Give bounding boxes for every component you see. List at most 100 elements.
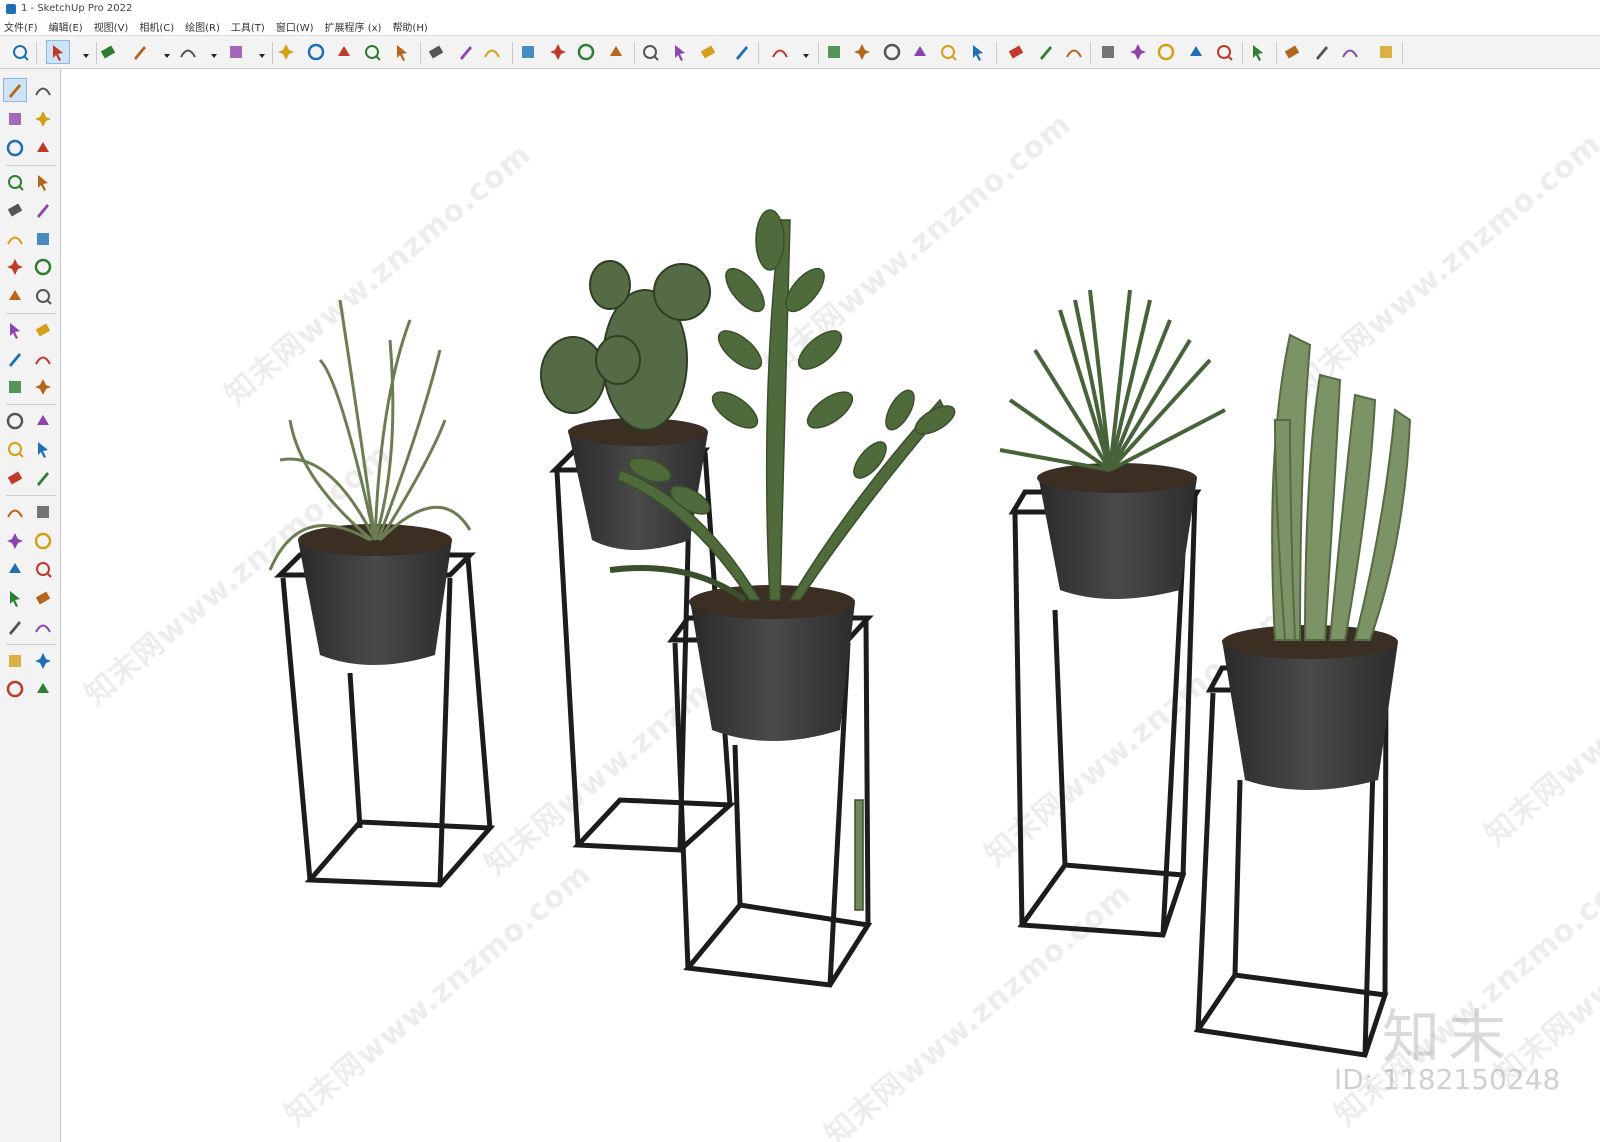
zoom-window-icon[interactable] — [604, 40, 628, 64]
house-front-icon[interactable] — [908, 40, 932, 64]
pie-icon[interactable] — [31, 284, 55, 308]
follow-me-icon[interactable] — [304, 40, 328, 64]
dimension-icon[interactable] — [31, 409, 55, 433]
three-point-arc-icon[interactable] — [3, 284, 27, 308]
menu-camera[interactable]: 相机(C) — [139, 19, 174, 34]
warehouse-icon[interactable] — [3, 649, 27, 673]
chevron-down-icon[interactable] — [210, 46, 218, 58]
paint-bucket-icon[interactable] — [480, 40, 504, 64]
3d-text-icon[interactable] — [31, 466, 55, 490]
menu-bar: 文件(F) 编辑(E) 视图(V) 相机(C) 绘图(R) 工具(T) 窗口(W… — [0, 17, 1600, 35]
walk-icon[interactable] — [3, 615, 27, 639]
add-icon[interactable] — [1096, 40, 1120, 64]
zoom-icon[interactable] — [3, 529, 27, 553]
follow-me-icon[interactable] — [31, 347, 55, 371]
chevron-down-icon[interactable] — [258, 46, 266, 58]
intersect-icon[interactable] — [1062, 40, 1086, 64]
menu-window[interactable]: 窗口(W) — [276, 19, 314, 34]
orbit-icon[interactable] — [516, 40, 540, 64]
user-icon[interactable] — [768, 40, 792, 64]
rectangle-icon[interactable] — [3, 198, 27, 222]
rotate-icon[interactable] — [360, 40, 384, 64]
push-pull-icon[interactable] — [274, 40, 298, 64]
extension-warehouse-icon[interactable] — [668, 40, 692, 64]
tape-icon[interactable] — [31, 136, 55, 160]
zoom-extents-icon[interactable] — [3, 557, 27, 581]
pan-icon[interactable] — [31, 500, 55, 524]
zoom-window-icon[interactable] — [31, 529, 55, 553]
chat-icon[interactable] — [1280, 40, 1304, 64]
orbit-icon[interactable] — [31, 78, 55, 102]
menu-help[interactable]: 帮助(H) — [392, 19, 427, 34]
model-viewport[interactable]: 知末网www.znzmo.com 知末网www.znzmo.com 知末网www.z… — [62, 70, 1600, 1142]
layers-icon[interactable] — [696, 40, 720, 64]
section-plane-icon[interactable] — [31, 615, 55, 639]
extension-manager-icon[interactable] — [31, 677, 55, 701]
chevron-down-icon[interactable] — [82, 46, 90, 58]
warehouse-model-icon[interactable] — [822, 40, 846, 64]
tape-measure-icon[interactable] — [3, 409, 27, 433]
outer-shell-icon[interactable] — [1034, 40, 1058, 64]
cart-icon[interactable] — [1338, 40, 1362, 64]
rotated-rectangle-icon[interactable] — [31, 198, 55, 222]
previous-view-icon[interactable] — [31, 557, 55, 581]
menu-tools[interactable]: 工具(T) — [231, 19, 265, 34]
two-point-arc-icon[interactable] — [31, 255, 55, 279]
orbit2-icon[interactable] — [3, 500, 27, 524]
checker-icon[interactable] — [1184, 40, 1208, 64]
arc-icon[interactable] — [3, 255, 27, 279]
menu-file[interactable]: 文件(F) — [4, 19, 38, 34]
pan-icon[interactable] — [546, 40, 570, 64]
solid-tools-icon[interactable] — [1004, 40, 1028, 64]
scale-icon[interactable] — [390, 40, 414, 64]
chevron-down-icon[interactable] — [163, 46, 171, 58]
section-plane-icon[interactable] — [850, 40, 874, 64]
circle-icon[interactable] — [3, 227, 27, 251]
house-icon[interactable] — [936, 40, 960, 64]
share-component-icon[interactable] — [3, 677, 27, 701]
menu-view[interactable]: 视图(V) — [94, 19, 129, 34]
rectangle-icon[interactable] — [224, 40, 248, 64]
warehouse-icon[interactable] — [638, 40, 662, 64]
scale-icon[interactable] — [3, 375, 27, 399]
push-pull-icon[interactable] — [31, 318, 55, 342]
menu-extensions[interactable]: 扩展程序 (x) — [325, 19, 382, 34]
select-icon[interactable] — [46, 40, 70, 64]
move-icon[interactable] — [3, 318, 27, 342]
home-icon[interactable] — [880, 40, 904, 64]
eraser-icon[interactable] — [96, 40, 120, 64]
rotate-icon[interactable] — [3, 347, 27, 371]
materials-icon[interactable] — [1154, 40, 1178, 64]
menu-edit[interactable]: 编辑(E) — [49, 19, 83, 34]
settings-icon[interactable] — [1246, 40, 1270, 64]
look-around-icon[interactable] — [31, 586, 55, 610]
offset-icon[interactable] — [31, 375, 55, 399]
house-side-icon[interactable] — [966, 40, 990, 64]
pencil-icon[interactable] — [3, 170, 27, 194]
paint-bucket-icon[interactable] — [3, 107, 27, 131]
axes-icon[interactable] — [3, 466, 27, 490]
extension-icon[interactable] — [31, 649, 55, 673]
pencil-icon[interactable] — [128, 40, 152, 64]
move-icon[interactable] — [332, 40, 356, 64]
zoom-extents-icon[interactable] — [8, 40, 32, 64]
shield-icon[interactable] — [1126, 40, 1150, 64]
styles-icon[interactable] — [730, 40, 754, 64]
freehand-icon[interactable] — [31, 170, 55, 194]
polygon-icon[interactable] — [31, 227, 55, 251]
chevron-down-icon[interactable] — [802, 46, 810, 58]
component-icon[interactable] — [3, 136, 27, 160]
tape-measure-icon[interactable] — [424, 40, 448, 64]
select-icon[interactable] — [3, 78, 27, 102]
text-icon[interactable] — [454, 40, 478, 64]
zoom-icon[interactable] — [574, 40, 598, 64]
cloud-upload-icon[interactable] — [1212, 40, 1236, 64]
protractor-icon[interactable] — [3, 437, 27, 461]
eraser-icon[interactable] — [31, 107, 55, 131]
info-icon[interactable] — [1310, 40, 1334, 64]
position-camera-icon[interactable] — [3, 586, 27, 610]
account-icon[interactable] — [1374, 40, 1398, 64]
arc-icon[interactable] — [176, 40, 200, 64]
text-icon[interactable] — [31, 437, 55, 461]
menu-draw[interactable]: 绘图(R) — [185, 19, 220, 34]
